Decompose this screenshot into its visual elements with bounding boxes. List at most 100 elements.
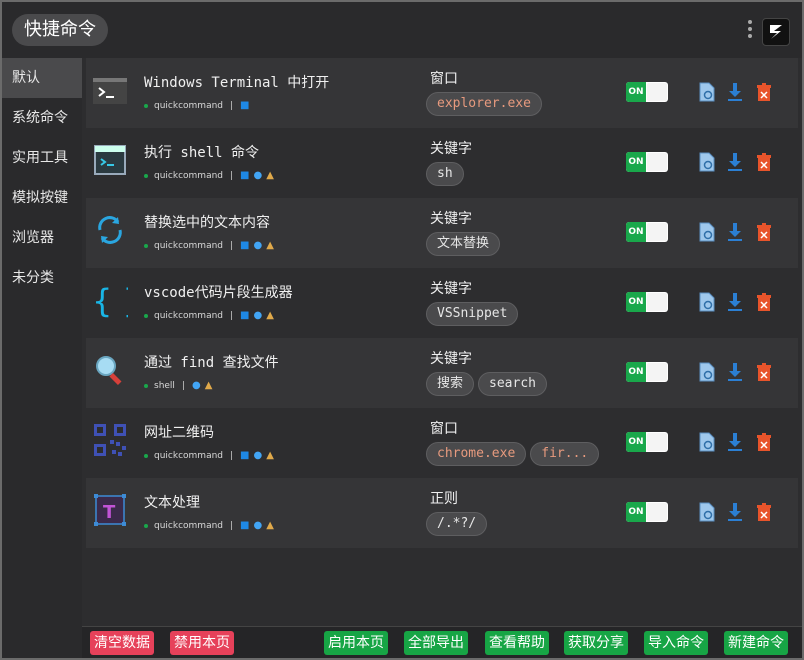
enable-toggle[interactable]: ON — [626, 362, 668, 382]
command-row: Windows Terminal 中打开 quickcommand | ■ 窗口… — [86, 58, 798, 128]
feature-tags: 搜索 search — [426, 372, 547, 396]
enable-toggle[interactable]: ON — [626, 82, 668, 102]
more-menu-icon[interactable] — [746, 20, 754, 42]
linux-icon: ▲ — [204, 380, 213, 391]
sidebar-item[interactable]: 未分类 — [2, 258, 82, 298]
toggle-knob — [647, 153, 667, 171]
linux-icon: ▲ — [266, 240, 274, 251]
toggle-knob — [647, 503, 667, 521]
enable-toggle[interactable]: ON — [626, 292, 668, 312]
meta-separator: | — [230, 100, 234, 111]
enable-toggle[interactable]: ON — [626, 432, 668, 452]
enable-toggle[interactable]: ON — [626, 502, 668, 522]
enable-page-button[interactable]: 启用本页 — [324, 631, 388, 655]
qrcode-icon — [92, 422, 128, 458]
sidebar-item[interactable]: 浏览器 — [2, 218, 82, 258]
feature-tag: 搜索 — [426, 372, 475, 396]
command-source: quickcommand — [154, 310, 223, 321]
enable-toggle[interactable]: ON — [626, 222, 668, 242]
command-title: 通过 find 查找文件 — [144, 355, 279, 371]
toggle-on-label: ON — [626, 292, 646, 312]
export-icon[interactable] — [726, 502, 744, 522]
edit-icon[interactable] — [698, 502, 716, 522]
windows-icon: ■ — [240, 100, 250, 111]
feature-type: 窗口 — [430, 71, 458, 87]
command-source: quickcommand — [154, 170, 223, 181]
edit-icon[interactable] — [698, 432, 716, 452]
command-title: vscode代码片段生成器 — [144, 285, 293, 301]
export-icon[interactable] — [726, 222, 744, 242]
export-icon[interactable] — [726, 292, 744, 312]
sidebar-item[interactable]: 系统命令 — [2, 98, 82, 138]
delete-icon[interactable] — [755, 362, 773, 382]
svg-text:{ }: { } — [92, 282, 128, 318]
delete-icon[interactable] — [755, 292, 773, 312]
windows-icon: ■ — [240, 240, 250, 251]
command-row: 网址二维码 quickcommand | ■ ● ▲ 窗口 chrome.exe fi… — [86, 408, 798, 478]
sidebar-item[interactable]: 实用工具 — [2, 138, 82, 178]
toggle-knob — [647, 83, 667, 101]
toggle-knob — [647, 223, 667, 241]
delete-icon[interactable] — [755, 152, 773, 172]
edit-icon[interactable] — [698, 362, 716, 382]
get-share-button[interactable]: 获取分享 — [564, 631, 628, 655]
command-title: 文本处理 — [144, 495, 200, 511]
linux-icon: ▲ — [266, 310, 274, 321]
feature-tags: VSSnippet — [426, 302, 519, 326]
toggle-knob — [647, 433, 667, 451]
delete-icon[interactable] — [755, 432, 773, 452]
import-command-button[interactable]: 导入命令 — [644, 631, 708, 655]
svg-text:T: T — [103, 502, 116, 523]
apple-icon: ● — [253, 240, 263, 251]
toggle-on-label: ON — [626, 152, 646, 172]
apple-icon: ● — [253, 310, 263, 321]
text-box-icon: T — [92, 492, 128, 528]
footer-toolbar: 清空数据 禁用本页 启用本页 全部导出 查看帮助 获取分享 导入命令 新建命令 — [82, 626, 802, 658]
export-icon[interactable] — [726, 152, 744, 172]
edit-icon[interactable] — [698, 152, 716, 172]
disable-page-button[interactable]: 禁用本页 — [170, 631, 234, 655]
edit-icon[interactable] — [698, 82, 716, 102]
enable-toggle[interactable]: ON — [626, 152, 668, 172]
apple-icon: ● — [253, 170, 263, 181]
windows-icon: ■ — [240, 310, 250, 321]
feature-type: 正则 — [430, 491, 458, 507]
braces-icon: { } — [92, 282, 143, 320]
clear-data-button[interactable]: 清空数据 — [90, 631, 154, 655]
status-dot — [144, 313, 148, 318]
export-icon[interactable] — [726, 82, 744, 102]
command-source: quickcommand — [154, 100, 223, 111]
command-title: Windows Terminal 中打开 — [144, 75, 330, 91]
meta-separator: | — [230, 520, 234, 531]
delete-icon[interactable] — [755, 222, 773, 242]
feature-tags: 文本替换 — [426, 232, 501, 256]
feature-type: 关键字 — [430, 351, 472, 367]
delete-icon[interactable] — [755, 502, 773, 522]
command-source: quickcommand — [154, 240, 223, 251]
export-icon[interactable] — [726, 432, 744, 452]
export-icon[interactable] — [726, 362, 744, 382]
app-logo-icon[interactable] — [762, 18, 790, 46]
export-all-button[interactable]: 全部导出 — [404, 631, 468, 655]
toggle-on-label: ON — [626, 82, 646, 102]
linux-icon: ▲ — [266, 520, 274, 531]
header: 快捷命令 — [2, 2, 802, 58]
new-command-button[interactable]: 新建命令 — [724, 631, 788, 655]
shell-window-icon — [92, 142, 128, 178]
sidebar-item[interactable]: 默认 — [2, 58, 82, 98]
command-title: 替换选中的文本内容 — [144, 215, 270, 231]
sidebar-item[interactable]: 模拟按键 — [2, 178, 82, 218]
delete-icon[interactable] — [755, 82, 773, 102]
feature-tag: sh — [426, 162, 464, 186]
feature-tag: fir... — [530, 442, 600, 466]
command-list: Windows Terminal 中打开 quickcommand | ■ 窗口… — [86, 58, 798, 548]
apple-icon: ● — [253, 520, 263, 531]
edit-icon[interactable] — [698, 292, 716, 312]
meta-separator: | — [230, 450, 234, 461]
view-help-button[interactable]: 查看帮助 — [485, 631, 549, 655]
meta-separator: | — [230, 310, 234, 321]
edit-icon[interactable] — [698, 222, 716, 242]
toggle-on-label: ON — [626, 502, 646, 522]
meta-separator: | — [230, 240, 234, 251]
command-row: 替换选中的文本内容 quickcommand | ■ ● ▲ 关键字 文本替换 ON — [86, 198, 798, 268]
